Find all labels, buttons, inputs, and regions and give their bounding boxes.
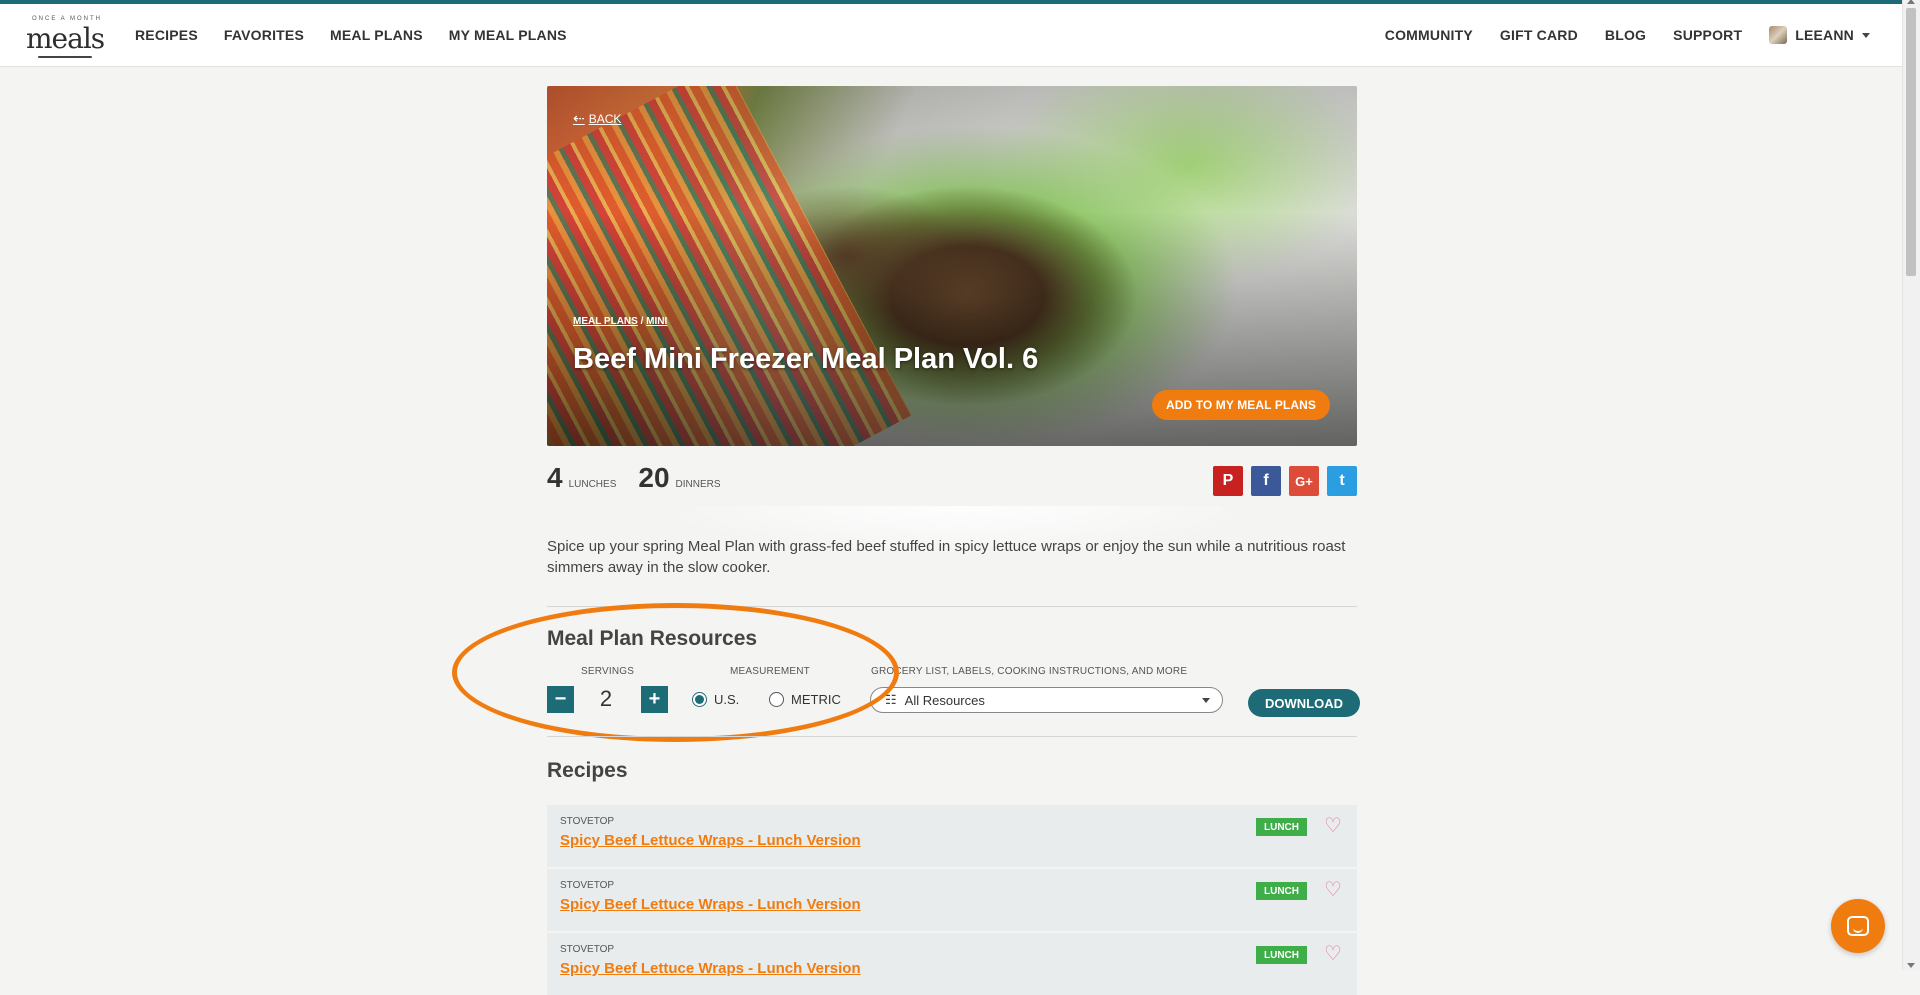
site-logo[interactable]: ONCE A MONTH meals (26, 12, 110, 62)
list-icon: ☷ (885, 692, 897, 707)
radio-selected-icon (692, 692, 707, 707)
recipe-method: STOVETOP (560, 880, 615, 891)
servings-value: 2 (599, 686, 613, 711)
recipe-method: STOVETOP (560, 816, 615, 827)
meal-type-badge: LUNCH (1256, 946, 1307, 964)
breadcrumb: MEAL PLANS / MINI (573, 316, 667, 327)
scroll-down-icon[interactable] (1907, 963, 1915, 968)
resources-heading: Meal Plan Resources (547, 627, 758, 650)
resource-select[interactable]: ☷ All Resources (870, 687, 1223, 713)
nav-recipes[interactable]: RECIPES (135, 27, 198, 43)
facebook-icon[interactable]: f (1251, 466, 1281, 496)
recipe-method: STOVETOP (560, 944, 615, 955)
page-title: Beef Mini Freezer Meal Plan Vol. 6 (573, 343, 1039, 375)
recipe-link[interactable]: Spicy Beef Lettuce Wraps - Lunch Version (560, 960, 861, 977)
download-button[interactable]: DOWNLOAD (1248, 689, 1360, 717)
dinners-label: DINNERS (675, 479, 721, 490)
meal-counts: 4 LUNCHES 20 DINNERS (547, 462, 737, 494)
servings-increase-button[interactable]: + (641, 686, 668, 713)
recipe-link[interactable]: Spicy Beef Lettuce Wraps - Lunch Version (560, 832, 861, 849)
nav-my-meal-plans[interactable]: MY MEAL PLANS (449, 27, 567, 43)
meal-type-badge: LUNCH (1256, 818, 1307, 836)
meal-type-badge: LUNCH (1256, 882, 1307, 900)
scrollbar-thumb[interactable] (1906, 8, 1916, 276)
spoon-icon (38, 56, 92, 58)
resource-select-value: All Resources (904, 692, 985, 708)
lunches-count: 4 (547, 462, 563, 493)
user-name: LEEANN (1795, 27, 1854, 43)
page-scrollbar[interactable] (1902, 0, 1920, 970)
nav-meal-plans[interactable]: MEAL PLANS (330, 27, 423, 43)
measurement-us-label: U.S. (714, 692, 740, 707)
twitter-icon[interactable]: t (1327, 466, 1357, 496)
social-share: P f G+ t (1213, 466, 1357, 496)
scroll-up-icon[interactable] (1907, 0, 1915, 4)
plan-description: Spice up your spring Meal Plan with gras… (547, 538, 1346, 576)
heart-icon[interactable]: ♡ (1324, 941, 1342, 966)
chevron-down-icon (1202, 698, 1210, 703)
servings-decrease-button[interactable]: − (547, 686, 574, 713)
measurement-label: MEASUREMENT (730, 666, 810, 677)
chat-icon (1847, 916, 1869, 936)
recipe-link[interactable]: Spicy Beef Lettuce Wraps - Lunch Version (560, 896, 861, 913)
arrow-left-icon: ⇠ (573, 110, 585, 126)
site-header: ONCE A MONTH meals RECIPES FAVORITES MEA… (0, 4, 1904, 67)
google-plus-icon[interactable]: G+ (1289, 466, 1319, 496)
measurement-metric-radio[interactable]: METRIC (769, 692, 841, 707)
radio-unselected-icon (769, 692, 784, 707)
add-to-my-meal-plans-button[interactable]: ADD TO MY MEAL PLANS (1151, 390, 1330, 420)
divider (547, 736, 1357, 737)
chat-launcher-button[interactable] (1831, 899, 1885, 953)
nav-community[interactable]: COMMUNITY (1385, 27, 1473, 43)
breadcrumb-meal-plans[interactable]: MEAL PLANS (573, 316, 638, 327)
chevron-down-icon (1862, 32, 1870, 38)
annotation-highlight-ellipse (452, 603, 899, 742)
secondary-nav: COMMUNITY GIFT CARD BLOG SUPPORT LEEANN (1385, 4, 1870, 66)
dinners-count: 20 (638, 462, 670, 493)
recipe-row: STOVETOP Spicy Beef Lettuce Wraps - Lunc… (547, 869, 1357, 931)
resource-select-label: GROCERY LIST, LABELS, COOKING INSTRUCTIO… (871, 666, 1188, 677)
main-nav: RECIPES FAVORITES MEAL PLANS MY MEAL PLA… (135, 4, 567, 66)
measurement-metric-label: METRIC (791, 692, 841, 707)
avatar (1769, 26, 1788, 44)
logo-wordmark: meals (26, 22, 105, 55)
heart-icon[interactable]: ♡ (1324, 877, 1342, 902)
nav-support[interactable]: SUPPORT (1673, 27, 1742, 43)
hero-banner: ⇠ BACK MEAL PLANS / MINI Beef Mini Freez… (547, 86, 1357, 446)
nav-favorites[interactable]: FAVORITES (224, 27, 304, 43)
breadcrumb-separator: / (640, 316, 644, 327)
lunches-label: LUNCHES (568, 479, 617, 490)
divider (547, 606, 1357, 607)
recipe-row: STOVETOP Spicy Beef Lettuce Wraps - Lunc… (547, 933, 1357, 995)
recipes-heading: Recipes (547, 759, 628, 782)
pinterest-icon[interactable]: P (1213, 466, 1243, 496)
recipe-row: STOVETOP Spicy Beef Lettuce Wraps - Lunc… (547, 805, 1357, 867)
measurement-us-radio[interactable]: U.S. (692, 692, 739, 707)
heart-icon[interactable]: ♡ (1324, 813, 1342, 838)
user-menu[interactable]: LEEANN (1769, 26, 1870, 44)
back-label: BACK (588, 111, 622, 126)
nav-blog[interactable]: BLOG (1605, 27, 1646, 43)
back-link[interactable]: ⇠ BACK (573, 110, 621, 127)
servings-label: SERVINGS (581, 666, 635, 677)
breadcrumb-mini[interactable]: MINI (646, 316, 667, 327)
nav-gift-card[interactable]: GIFT CARD (1500, 27, 1578, 43)
